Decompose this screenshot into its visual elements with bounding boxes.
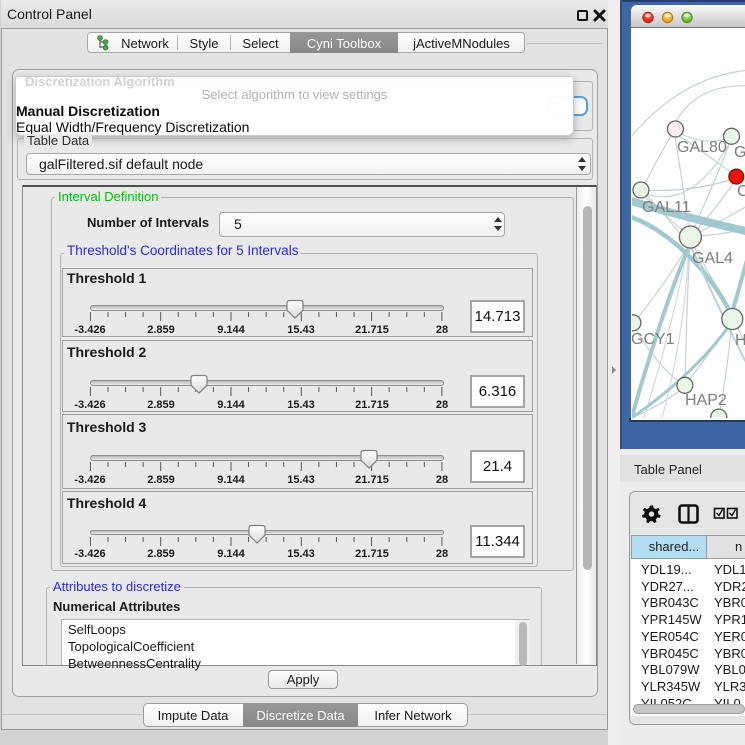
svg-text:GAL4: GAL4 — [692, 250, 733, 267]
svg-text:GCY1: GCY1 — [632, 331, 675, 348]
svg-text:C: C — [737, 183, 745, 200]
svg-text:H: H — [735, 332, 745, 349]
svg-text:HAP2: HAP2 — [685, 392, 727, 409]
svg-text:GA: GA — [734, 144, 745, 161]
svg-text:GAL80: GAL80 — [677, 139, 727, 156]
svg-text:GAL11: GAL11 — [642, 199, 691, 216]
